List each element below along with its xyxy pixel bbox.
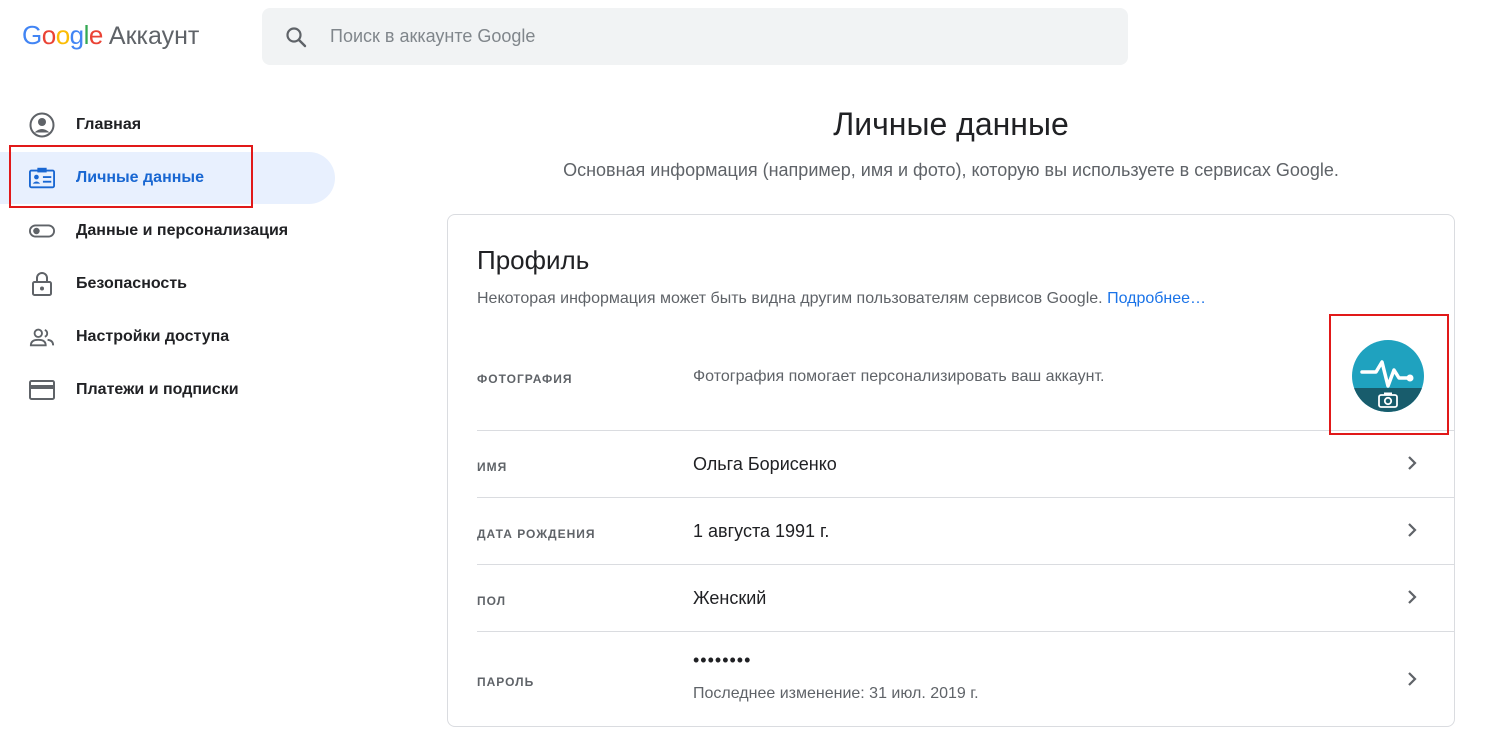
chevron-right-icon <box>1408 523 1417 537</box>
sidebar-item-personal-info[interactable]: Личные данные <box>0 152 335 204</box>
chevron-right-icon <box>1408 672 1417 686</box>
search-icon[interactable] <box>284 25 308 49</box>
people-icon <box>29 324 55 350</box>
sidebar-item-label: Безопасность <box>76 275 187 292</box>
photo-description: Фотография помогает персонализировать ва… <box>693 368 1105 385</box>
toggle-icon <box>29 218 55 244</box>
gender-row[interactable]: ПОЛ Женский <box>477 565 1454 632</box>
id-card-icon <box>29 165 55 191</box>
search-bar[interactable] <box>262 8 1128 65</box>
profile-card: Профиль Некоторая информация может быть … <box>447 214 1455 727</box>
birthday-row[interactable]: ДАТА РОЖДЕНИЯ 1 августа 1991 г. <box>477 498 1454 565</box>
sidebar-item-security[interactable]: Безопасность <box>0 258 336 310</box>
profile-title: Профиль <box>477 245 590 275</box>
learn-more-link[interactable]: Подробнее… <box>1107 290 1206 307</box>
credit-card-icon <box>29 377 55 403</box>
gender-label: ПОЛ <box>477 594 507 608</box>
password-row[interactable]: ПАРОЛЬ •••••••• Последнее изменение: 31 … <box>477 632 1454 726</box>
sidebar-item-home[interactable]: Главная <box>0 99 336 151</box>
name-label: ИМЯ <box>477 460 508 474</box>
profile-description: Некоторая информация может быть видна др… <box>477 290 1206 308</box>
chevron-right-icon <box>1408 590 1417 604</box>
profile-photo-avatar[interactable] <box>1352 340 1424 412</box>
name-value: Ольга Борисенко <box>693 454 837 474</box>
birthday-value: 1 августа 1991 г. <box>693 521 830 541</box>
sidebar-item-data-personalization[interactable]: Данные и персонализация <box>0 205 336 257</box>
sidebar-item-label: Главная <box>76 116 142 133</box>
sidebar-item-sharing[interactable]: Настройки доступа <box>0 311 336 363</box>
sidebar-nav: Главная Личные данные Данные и персонали… <box>0 99 336 417</box>
camera-icon <box>1378 392 1398 408</box>
sidebar-item-label: Данные и персонализация <box>76 222 289 239</box>
page-title: Личные данные <box>833 106 1069 142</box>
photo-label: ФОТОГРАФИЯ <box>477 372 573 386</box>
password-label: ПАРОЛЬ <box>477 675 535 689</box>
sidebar-item-label: Настройки доступа <box>76 328 230 345</box>
birthday-label: ДАТА РОЖДЕНИЯ <box>477 527 596 541</box>
sidebar-item-label: Платежи и подписки <box>76 381 239 398</box>
sidebar-item-payments[interactable]: Платежи и подписки <box>0 364 336 416</box>
password-value: •••••••• <box>693 650 752 670</box>
name-row[interactable]: ИМЯ Ольга Борисенко <box>477 431 1454 498</box>
profile-description-text: Некоторая информация может быть видна др… <box>477 290 1103 307</box>
page-subtitle: Основная информация (например, имя и фот… <box>563 160 1339 180</box>
search-input[interactable] <box>328 25 1092 48</box>
password-last-changed: Последнее изменение: 31 июл. 2019 г. <box>693 685 979 702</box>
photo-row[interactable]: ФОТОГРАФИЯ Фотография помогает персонали… <box>477 315 1454 431</box>
chevron-right-icon <box>1408 456 1417 470</box>
sidebar-item-label: Личные данные <box>76 169 204 186</box>
product-name: Аккаунт <box>108 22 200 50</box>
account-circle-icon <box>29 112 55 138</box>
lock-icon <box>29 271 55 297</box>
google-account-logo[interactable]: Google Аккаунт <box>22 20 199 51</box>
gender-value: Женский <box>693 588 767 608</box>
google-logo-text: Google <box>22 20 103 50</box>
